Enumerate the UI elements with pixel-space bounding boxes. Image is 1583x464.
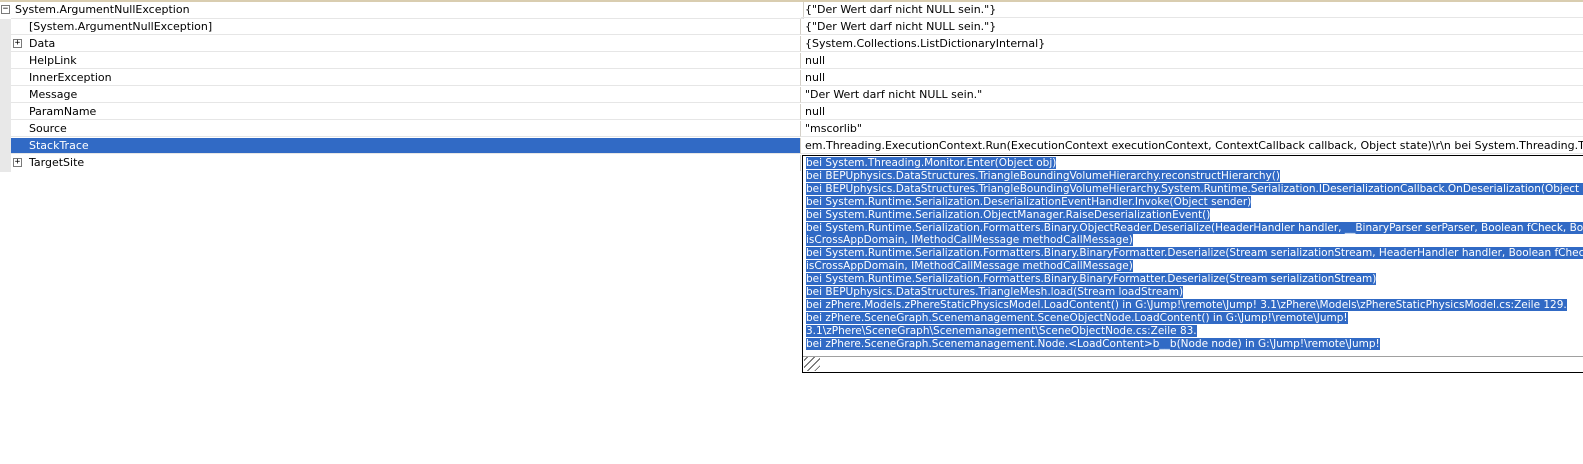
property-value: {System.Collections.ListDictionaryIntern… bbox=[801, 36, 1583, 52]
property-name: System.ArgumentNullException bbox=[11, 2, 804, 19]
row-helplink[interactable]: HelpLink null bbox=[0, 53, 1583, 70]
row-inner-exception[interactable]: InnerException null bbox=[0, 70, 1583, 87]
property-value: null bbox=[801, 104, 1583, 120]
row-source[interactable]: Source "mscorlib" bbox=[0, 121, 1583, 138]
row-gutter bbox=[0, 155, 11, 172]
row-exception-type[interactable]: [System.ArgumentNullException] {"Der Wer… bbox=[0, 19, 1583, 36]
property-name: StackTrace bbox=[11, 138, 801, 154]
property-value: {"Der Wert darf nicht NULL sein."} bbox=[801, 2, 1583, 18]
stack-trace-line: bei BEPUphysics.DataStructures.TriangleM… bbox=[806, 286, 1184, 299]
row-data[interactable]: + Data {System.Collections.ListDictionar… bbox=[0, 36, 1583, 53]
stack-trace-line: bei System.Threading.Monitor.Enter(Objec… bbox=[806, 157, 1057, 169]
row-stack-trace[interactable]: StackTrace em.Threading.ExecutionContext… bbox=[0, 138, 1583, 155]
resize-grip-icon[interactable] bbox=[804, 357, 820, 371]
property-value: null bbox=[801, 53, 1583, 69]
stack-trace-line: bei zPhere.Models.zPhereStaticPhysicsMod… bbox=[806, 298, 1567, 311]
row-gutter bbox=[0, 87, 11, 104]
row-gutter bbox=[0, 121, 11, 138]
stack-trace-text[interactable]: bei System.Threading.Monitor.Enter(Objec… bbox=[806, 157, 1583, 351]
stack-trace-line: 3.1\zPhere\SceneGraph\Scenemanagement\Sc… bbox=[806, 324, 1197, 337]
row-gutter bbox=[0, 70, 11, 87]
stack-trace-line: bei System.Runtime.Serialization.Formatt… bbox=[806, 221, 1583, 235]
property-value: null bbox=[801, 70, 1583, 86]
stack-trace-line: bei System.Runtime.Serialization.Formatt… bbox=[806, 273, 1377, 286]
row-gutter bbox=[0, 104, 11, 121]
row-gutter bbox=[0, 19, 11, 36]
property-name: HelpLink bbox=[11, 53, 801, 69]
stack-trace-line: isCrossAppDomain, IMethodCallMessage met… bbox=[806, 260, 1133, 273]
row-param-name[interactable]: ParamName null bbox=[0, 104, 1583, 121]
property-value: {"Der Wert darf nicht NULL sein."} bbox=[801, 19, 1583, 35]
stack-trace-line: bei BEPUphysics.DataStructures.TriangleB… bbox=[806, 182, 1583, 196]
property-name: Data bbox=[11, 36, 801, 52]
stack-trace-line: bei zPhere.SceneGraph.Scenemanagement.No… bbox=[806, 337, 1380, 350]
row-gutter bbox=[0, 53, 11, 70]
stack-trace-line: bei System.Runtime.Serialization.ObjectM… bbox=[806, 208, 1211, 221]
property-name: TargetSite bbox=[11, 155, 801, 171]
property-value: "Der Wert darf nicht NULL sein." bbox=[801, 87, 1583, 103]
stack-trace-line: bei BEPUphysics.DataStructures.TriangleB… bbox=[806, 169, 1280, 182]
property-name: [System.ArgumentNullException] bbox=[11, 19, 801, 35]
property-name: ParamName bbox=[11, 104, 801, 120]
row-gutter bbox=[0, 138, 11, 155]
stack-trace-value-field[interactable]: em.Threading.ExecutionContext.Run(Execut… bbox=[801, 138, 1583, 154]
property-name: Message bbox=[11, 87, 801, 103]
resize-divider bbox=[803, 356, 1583, 357]
stack-trace-line: bei System.Runtime.Serialization.Deseria… bbox=[806, 195, 1252, 208]
row-gutter bbox=[0, 36, 11, 53]
stack-trace-line: isCrossAppDomain, IMethodCallMessage met… bbox=[806, 234, 1133, 247]
property-value: "mscorlib" bbox=[801, 121, 1583, 137]
row-message[interactable]: Message "Der Wert darf nicht NULL sein." bbox=[0, 87, 1583, 104]
property-name: InnerException bbox=[11, 70, 801, 86]
property-name: Source bbox=[11, 121, 801, 137]
row-argument-null-exception[interactable]: − System.ArgumentNullException {"Der Wer… bbox=[0, 2, 1583, 19]
stack-trace-dropdown-editor[interactable]: bei System.Threading.Monitor.Enter(Objec… bbox=[802, 155, 1583, 373]
stack-trace-line: bei System.Runtime.Serialization.Formatt… bbox=[806, 247, 1583, 260]
minus-box-icon[interactable]: − bbox=[1, 5, 10, 14]
stack-trace-line: bei zPhere.SceneGraph.Scenemanagement.Sc… bbox=[806, 311, 1348, 324]
